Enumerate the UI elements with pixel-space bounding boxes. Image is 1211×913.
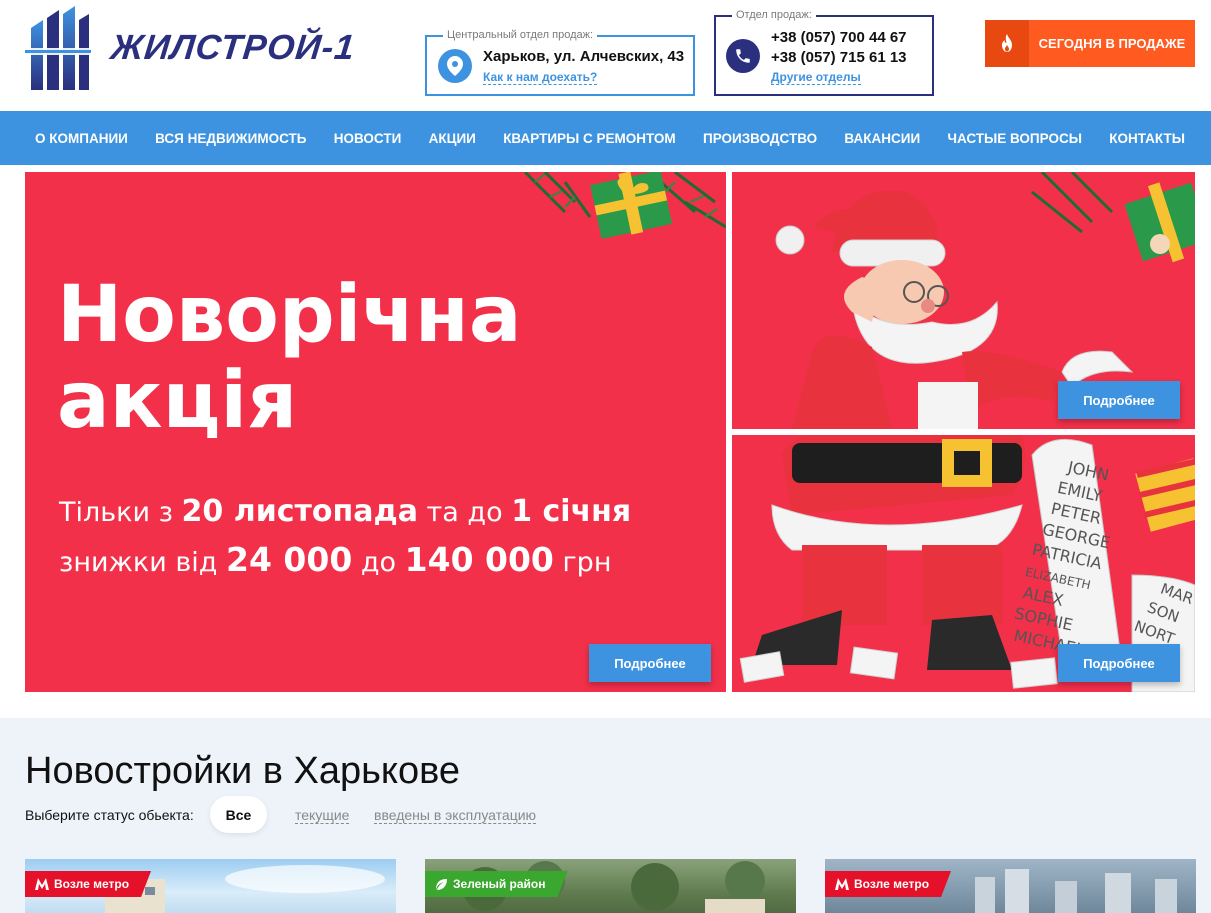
promo-main-more-button[interactable]: Подробнее	[589, 644, 711, 682]
promo-discount-b: 24 000	[225, 540, 353, 579]
card-tag: Возле метро	[25, 871, 151, 897]
phone-number-2[interactable]: +38 (057) 715 61 13	[771, 49, 907, 66]
promo-discount-c: до	[352, 547, 405, 578]
metro-m-icon	[835, 878, 849, 890]
filter-completed-link[interactable]: введены в эксплуатацию	[374, 807, 537, 824]
logo[interactable]: ЖИЛСТРОЙ-1	[25, 6, 357, 90]
promo-banner-main[interactable]: Новорічна акція Тільки з 20 листопада та…	[25, 172, 726, 692]
address-box-legend: Центральный отдел продаж:	[443, 29, 598, 41]
phone-box-legend: Отдел продаж:	[732, 9, 816, 21]
pine-gift-decoration	[523, 172, 726, 239]
nav-item-vacancies[interactable]: ВАКАНСИИ	[844, 131, 920, 146]
phone-box: Отдел продаж: +38 (057) 700 44 67 +38 (0…	[714, 9, 934, 96]
card-tag: Возле метро	[825, 871, 951, 897]
filter-label: Выберите статус обьекта:	[25, 807, 194, 823]
promo-banner-side-bottom[interactable]: JOHN EMILY PETER GEORGE PATRICIA ELIZABE…	[732, 435, 1195, 692]
promo-dates-a: Тільки з	[59, 497, 182, 528]
today-on-sale-button[interactable]: СЕГОДНЯ В ПРОДАЖЕ	[985, 20, 1195, 67]
nav-item-contacts[interactable]: КОНТАКТЫ	[1109, 131, 1185, 146]
metro-m-icon	[35, 878, 49, 890]
building-card[interactable]: Зеленый район	[425, 859, 796, 913]
filter-all-button[interactable]: Все	[210, 796, 267, 833]
promo-dates-c: та до	[417, 497, 512, 528]
promo-dates-b: 20 листопада	[181, 494, 418, 529]
nav-item-production[interactable]: ПРОИЗВОДСТВО	[703, 131, 817, 146]
promo-dates: Тільки з 20 листопада та до 1 січня	[59, 494, 631, 529]
card-tag-label: Зеленый район	[453, 877, 546, 891]
nav-item-promotions[interactable]: АКЦИИ	[429, 131, 476, 146]
promo-discount-d: 140 000	[404, 540, 554, 579]
today-on-sale-label: СЕГОДНЯ В ПРОДАЖЕ	[1038, 36, 1186, 51]
promo-title: Новорічна акція	[57, 272, 521, 444]
promo-side-top-more-button[interactable]: Подробнее	[1058, 381, 1180, 419]
promo-discount-a: знижки від	[59, 547, 226, 578]
map-pin-icon	[438, 49, 472, 83]
promo-title-line2: акція	[57, 356, 298, 446]
promo-side-bottom-more-button[interactable]: Подробнее	[1058, 644, 1180, 682]
card-tag-label: Возле метро	[854, 877, 930, 891]
nav-item-all-property[interactable]: ВСЯ НЕДВИЖИМОСТЬ	[155, 131, 306, 146]
filter-current-link[interactable]: текущие	[295, 807, 350, 824]
building-card[interactable]: Возле метро	[825, 859, 1196, 913]
section-title: Новостройки в Харькове	[25, 750, 461, 792]
phone-number-1[interactable]: +38 (057) 700 44 67	[771, 29, 907, 46]
nav-item-faq[interactable]: ЧАСТЫЕ ВОПРОСЫ	[947, 131, 1081, 146]
nav-item-renovated-apartments[interactable]: КВАРТИРЫ С РЕМОНТОМ	[503, 131, 675, 146]
logo-building-icon	[25, 6, 91, 90]
promo-title-line1: Новорічна	[57, 270, 522, 360]
card-tag: Зеленый район	[425, 871, 568, 897]
site-header: ЖИЛСТРОЙ-1 Центральный отдел продаж: Хар…	[0, 0, 1211, 111]
new-buildings-section: Новостройки в Харькове Выберите статус о…	[0, 718, 1211, 913]
building-card[interactable]: Возле метро	[25, 859, 396, 913]
directions-link[interactable]: Как к нам доехать?	[483, 70, 598, 85]
address-box: Центральный отдел продаж: Харьков, ул. А…	[425, 29, 695, 96]
leaf-icon	[435, 878, 448, 891]
logo-text: ЖИЛСТРОЙ-1	[109, 28, 357, 67]
address-text: Харьков, ул. Алчевских, 43	[483, 48, 685, 65]
promo-discount: знижки від 24 000 до 140 000 грн	[59, 540, 611, 579]
main-nav: О КОМПАНИИ ВСЯ НЕДВИЖИМОСТЬ НОВОСТИ АКЦИ…	[0, 111, 1211, 165]
promo-discount-e: грн	[553, 547, 612, 578]
nav-item-news[interactable]: НОВОСТИ	[334, 131, 402, 146]
promo-dates-d: 1 січня	[511, 494, 632, 529]
other-offices-link[interactable]: Другие отделы	[771, 70, 861, 85]
nav-item-about[interactable]: О КОМПАНИИ	[35, 131, 128, 146]
phone-icon	[726, 39, 760, 73]
promo-banner-side-top[interactable]: Подробнее	[732, 172, 1195, 429]
card-tag-label: Возле метро	[54, 877, 130, 891]
fire-icon	[985, 20, 1029, 67]
